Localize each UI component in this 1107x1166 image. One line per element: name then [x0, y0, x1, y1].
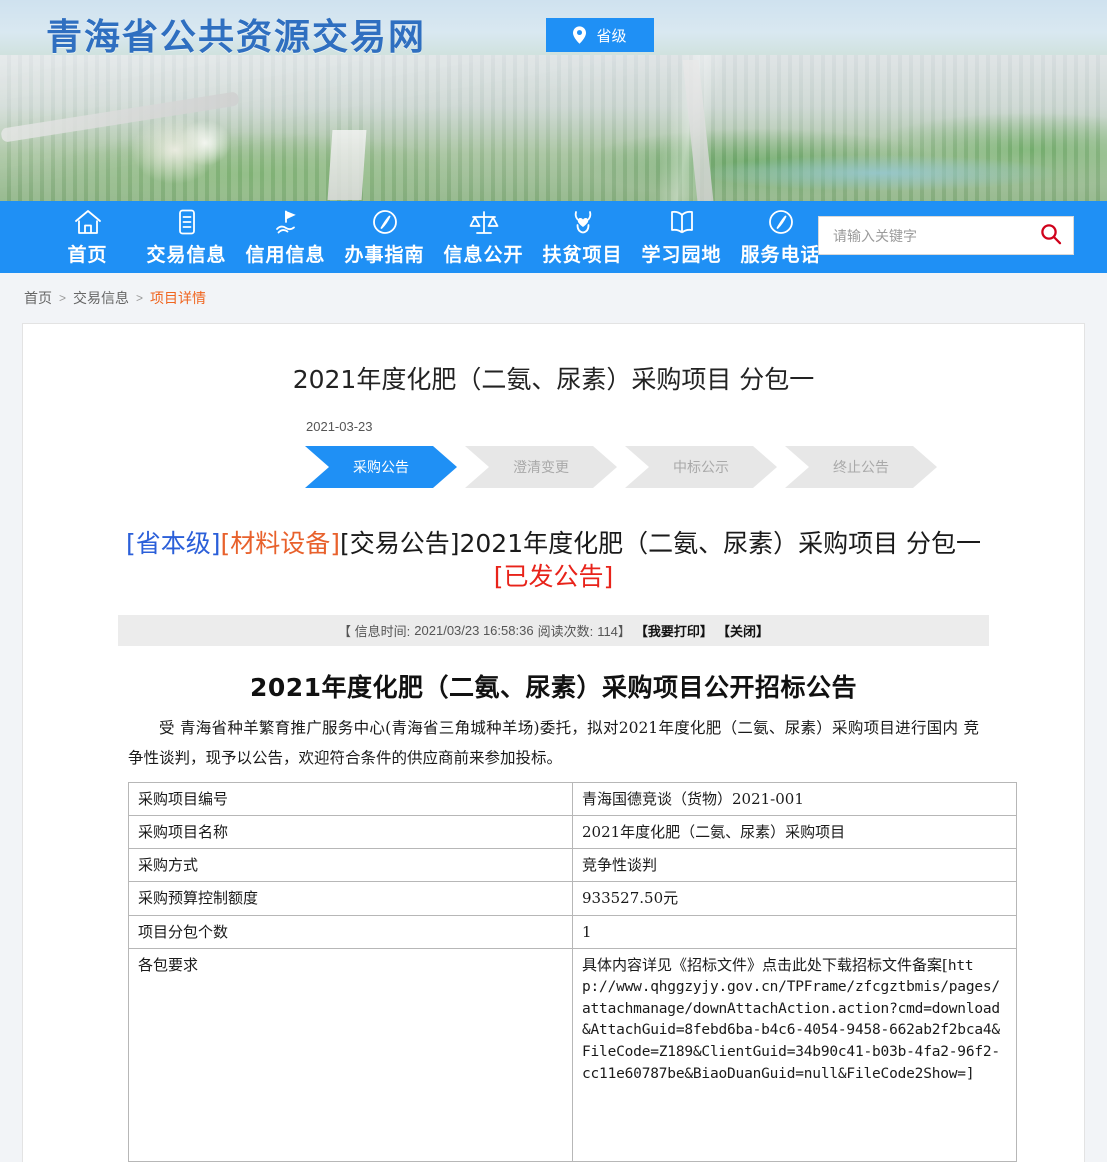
open-book-icon — [666, 207, 698, 237]
article-title: 2021年度化肥（二氨、尿素）采购项目公开招标公告 — [249, 673, 858, 702]
table-cell-value: 1 — [572, 914, 1017, 949]
nav-label: 首页 — [67, 245, 108, 266]
meta-views-value: 114】 — [597, 624, 631, 639]
project-info-table: 采购项目编号 青海国德竞谈（货物）2021-001 采购项目名称 2021年度化… — [128, 781, 1017, 1162]
meta-time-prefix: 【 信息时间: — [338, 624, 411, 639]
meta-bar: 【 信息时间: 2021/03/23 16:58:36 阅读次数: 114】 【… — [118, 615, 989, 646]
table-cell-key: 采购方式 — [128, 847, 573, 883]
step-label: 采购公告 — [353, 459, 409, 475]
table-cell-value: 2021年度化肥（二氨、尿素）采购项目 — [572, 814, 1017, 850]
close-button[interactable]: 【关闭】 — [717, 621, 769, 640]
step-procurement-notice[interactable]: 采购公告 — [305, 446, 457, 488]
page-title: 2021年度化肥（二氨、尿素）采购项目 分包一 — [292, 365, 815, 394]
table-row: 项目分包个数 1 — [128, 914, 1017, 949]
compass-icon — [766, 207, 796, 237]
headline-main-text: 2021年度化肥（二氨、尿素）采购项目 分包一 — [459, 529, 982, 558]
nav-label: 扶贫项目 — [542, 245, 623, 266]
breadcrumb: 首页 > 交易信息 > 项目详情 — [0, 273, 1107, 323]
breadcrumb-item-trade-info[interactable]: 交易信息 — [73, 288, 129, 308]
headline-tag-category: [材料设备] — [220, 529, 340, 558]
step-winner-announcement[interactable]: 中标公示 — [625, 446, 777, 488]
announcement-body: 2021年度化肥（二氨、尿素）采购项目公开招标公告 受 青海省种羊繁育推广服务中… — [128, 668, 1017, 1162]
nav-label: 办事指南 — [344, 245, 425, 266]
attachment-download-link[interactable]: http://www.qhggzyjy.gov.cn/TPFrame/zfcgz… — [582, 958, 1000, 1082]
nav-item-poverty-relief[interactable]: 扶贫项目 — [533, 207, 632, 267]
table-cell-value: 青海国德竞谈（货物）2021-001 — [572, 781, 1017, 816]
breadcrumb-item-home[interactable]: 首页 — [24, 288, 52, 308]
location-pin-icon — [573, 26, 587, 44]
table-row-requirements: 各包要求 具体内容详见《招标文件》点击此处下载招标文件备案[http://www… — [128, 947, 1017, 1162]
search-bar[interactable] — [818, 216, 1074, 255]
banner-road-center — [327, 130, 367, 200]
meta-time-value: 2021/03/23 16:58:36 — [414, 623, 534, 638]
nav-item-home[interactable]: 首页 — [38, 207, 137, 267]
nav-item-trade-info[interactable]: 交易信息 — [137, 207, 236, 267]
requirements-lead-text: 具体内容详见《招标文件》点击此处下载招标文件备案[ — [582, 955, 948, 974]
table-cell-key: 采购项目名称 — [128, 814, 573, 850]
table-cell-key: 项目分包个数 — [128, 914, 573, 949]
headline-status: [已发公告] — [493, 561, 614, 591]
print-button[interactable]: 【我要打印】 — [635, 621, 713, 640]
nav-label: 学习园地 — [641, 245, 722, 266]
search-icon — [1040, 223, 1062, 248]
page-body: 首页 > 交易信息 > 项目详情 2021年度化肥（二氨、尿素）采购项目 分包一… — [0, 273, 1107, 1162]
nav-item-learning[interactable]: 学习园地 — [632, 207, 731, 267]
requirements-trail-text: ] — [965, 1065, 975, 1082]
nav-item-guide[interactable]: 办事指南 — [335, 207, 434, 267]
nav-label: 信息公开 — [443, 245, 524, 266]
search-input[interactable] — [831, 218, 1029, 253]
step-termination-notice[interactable]: 终止公告 — [785, 446, 937, 488]
step-label: 澄清变更 — [513, 459, 569, 475]
heart-hands-icon — [568, 207, 598, 237]
site-banner: 青海省公共资源交易网 省级 — [0, 0, 1107, 201]
publish-date: 2021-03-23 — [306, 419, 373, 434]
nav-item-credit-info[interactable]: 信用信息 — [236, 207, 335, 267]
table-row: 采购预算控制额度 933527.50元 — [128, 881, 1017, 916]
nav-label: 信用信息 — [245, 245, 326, 266]
table-cell-key: 采购项目编号 — [128, 781, 573, 816]
nav-item-disclosure[interactable]: 信息公开 — [434, 207, 533, 267]
breadcrumb-separator: > — [59, 291, 67, 305]
headline-tag-region: [省本级] — [125, 529, 221, 558]
level-badge-label: 省级 — [596, 27, 627, 45]
announcement-headline: [省本级][材料设备][交易公告]2021年度化肥（二氨、尿素）采购项目 分包一… — [118, 528, 989, 593]
level-badge[interactable]: 省级 — [546, 18, 654, 52]
table-cell-key: 采购预算控制额度 — [128, 881, 573, 916]
nav-item-list: 首页 交易信息 信用信息 办事指南 信息公开 扶贫项目 学习园地 服务电话 — [38, 207, 830, 267]
stage-stepper: 采购公告 澄清变更 中标公示 终止公告 — [305, 446, 1084, 488]
nav-item-service-phone[interactable]: 服务电话 — [731, 207, 830, 267]
search-button[interactable] — [1029, 218, 1073, 253]
article-paragraph: 受 青海省种羊繁育推广服务中心(青海省三角城种羊场)委托，拟对2021年度化肥（… — [128, 719, 979, 767]
breadcrumb-item-current: 项目详情 — [150, 290, 207, 306]
meta-views-label: 阅读次数: — [537, 624, 594, 639]
hand-flag-icon — [271, 207, 301, 237]
headline-tag-type: [交易公告] — [339, 529, 460, 558]
table-cell-value: 933527.50元 — [572, 881, 1017, 916]
site-logo[interactable]: 青海省公共资源交易网 — [46, 8, 426, 60]
compass-icon — [370, 207, 400, 237]
table-cell-key: 各包要求 — [128, 947, 573, 1162]
step-label: 终止公告 — [833, 459, 889, 475]
detail-card: 2021年度化肥（二氨、尿素）采购项目 分包一 2021-03-23 采购公告 … — [22, 323, 1085, 1162]
table-cell-value-requirements: 具体内容详见《招标文件》点击此处下载招标文件备案[http://www.qhgg… — [572, 947, 1017, 1162]
nav-label: 交易信息 — [146, 245, 227, 266]
table-cell-value: 竞争性谈判 — [572, 847, 1017, 883]
table-row: 采购方式 竞争性谈判 — [128, 847, 1017, 883]
breadcrumb-separator: > — [136, 291, 144, 305]
table-row: 采购项目编号 青海国德竞谈（货物）2021-001 — [128, 781, 1017, 816]
nav-label: 服务电话 — [740, 245, 821, 266]
step-clarification-change[interactable]: 澄清变更 — [465, 446, 617, 488]
table-row: 采购项目名称 2021年度化肥（二氨、尿素）采购项目 — [128, 814, 1017, 850]
document-list-icon — [172, 207, 202, 237]
home-icon — [73, 207, 103, 237]
step-label: 中标公示 — [673, 459, 729, 475]
banner-city-photo — [0, 55, 1107, 201]
scales-icon — [468, 207, 500, 237]
